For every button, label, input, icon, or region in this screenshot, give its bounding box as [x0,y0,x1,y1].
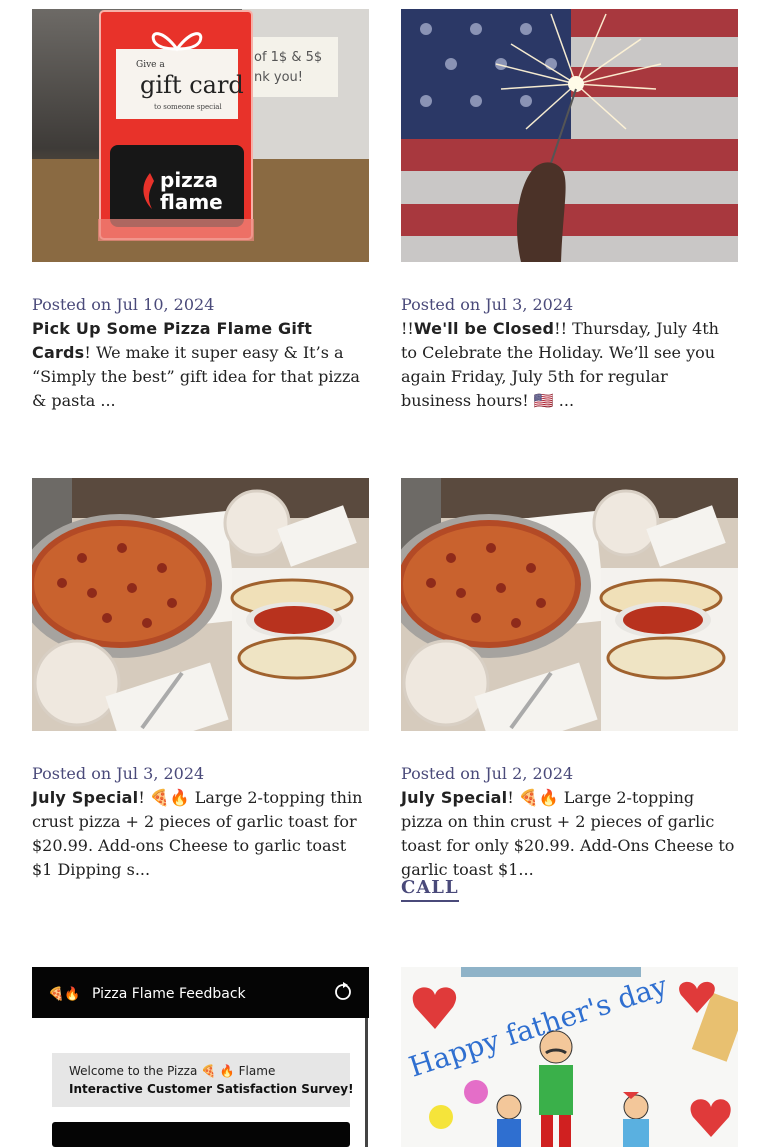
post-image-sparkler[interactable] [401,9,738,262]
card-top-text: Give a [136,60,165,70]
post-date: Posted on Jul 10, 2024 [32,295,215,314]
welcome-line-1: Welcome to the Pizza 🍕 🔥 Flame [69,1064,275,1078]
welcome-line-2: Interactive Customer Satisfaction Survey… [69,1082,354,1096]
post-image-pizza[interactable] [401,478,738,731]
post-image-gift-cards[interactable]: of 1$ & 5$ nk you! Give a gift card to s… [32,9,369,262]
post-title-link[interactable]: July Special [32,788,138,807]
post-image-pizza[interactable] [32,478,369,731]
app-emoji: 🍕🔥 [48,986,80,1002]
note-text-1: of 1$ & 5$ [254,50,322,65]
brand-text-2: flame [160,190,223,214]
post-title-link[interactable]: July Special [401,788,507,807]
post-title-link[interactable]: We'll be Closed [414,319,554,338]
card-main-text: gift card [140,71,244,99]
call-link[interactable]: CALL [401,877,459,902]
post-excerpt: July Special! 🍕🔥 Large 2-topping pizza o… [401,786,738,882]
post-date: Posted on Jul 3, 2024 [32,764,205,783]
post-body: pizza + 2 pieces of garlic toast for $20… [32,812,357,879]
post-excerpt: July Special! 🍕🔥 Large 2-topping thin cr… [32,786,369,882]
card-sub-text: to someone special [154,103,222,111]
post-body: Celebrate the Holiday. We’ll see you aga… [401,343,716,410]
post-image-feedback[interactable]: 🍕🔥 Pizza Flame Feedback Welcome to the P… [32,967,369,1147]
app-title: Pizza Flame Feedback [92,986,247,1002]
post-date: Posted on Jul 3, 2024 [401,295,574,314]
brand-text-1: pizza [160,168,218,192]
post-title-prefix: !! [401,319,414,338]
post-date: Posted on Jul 2, 2024 [401,764,574,783]
post-title-suffix: ! [84,343,91,362]
post-excerpt: !!We'll be Closed!! Thursday, July 4th t… [401,317,738,413]
post-excerpt: Pick Up Some Pizza Flame Gift Cards! We … [32,317,369,413]
post-image-fathers-day[interactable]: Happy father's day [401,967,738,1147]
note-text-2: nk you! [254,70,303,85]
